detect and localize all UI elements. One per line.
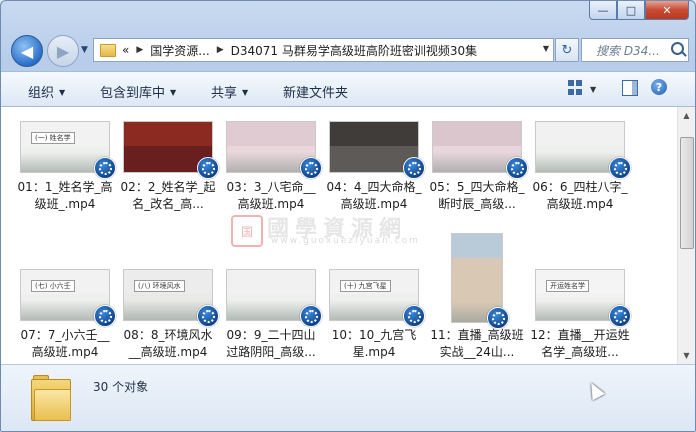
navigation-bar: ◀ ▶ ▼ « ▶ 国学资源... ▶ D34071 马群易学高级班高阶班密训视…	[1, 29, 695, 69]
refresh-button[interactable]: ↻	[555, 38, 579, 62]
breadcrumb-current[interactable]: D34071 马群易学高级班高阶班密训视频30集	[231, 42, 478, 59]
file-item[interactable]: (七) 小六壬 07：7_小六壬__高级班.mp4	[15, 269, 116, 364]
forward-button[interactable]: ▶	[47, 35, 79, 67]
file-item[interactable]: (十) 九宫飞星 10：10_九宫飞星.mp4	[324, 269, 425, 364]
file-name: 03：3_八宅命__高级班.mp4	[226, 180, 316, 211]
preview-pane-icon[interactable]	[622, 80, 638, 96]
folder-icon	[100, 43, 116, 57]
chevron-down-icon: ▼	[242, 88, 249, 97]
help-button[interactable]: ?	[651, 79, 667, 95]
media-player-icon	[506, 157, 528, 179]
thumbnail-caption: (十) 九宫飞星	[340, 280, 391, 292]
media-player-icon	[197, 305, 219, 327]
command-bar: 组织 ▼ 包含到库中 ▼ 共享 ▼ 新建文件夹 ▼ ?	[1, 71, 695, 107]
chevron-right-icon[interactable]: ▶	[217, 45, 224, 55]
file-item[interactable]: 11：直播_高级班实战__24山...	[427, 233, 527, 364]
file-name: 01：1_姓名学_高级班_.mp4	[17, 180, 113, 211]
file-name: 12：直播__开运姓名学_高级班...	[530, 328, 630, 359]
organize-menu[interactable]: 组织 ▼	[28, 82, 65, 101]
thumbnail-caption: 开运姓名学	[546, 280, 589, 292]
media-player-icon	[300, 305, 322, 327]
file-name: 09：9_二十四山过路阴阳_高级...	[226, 328, 316, 359]
close-button[interactable]: ✕	[645, 1, 689, 20]
search-placeholder: 搜索 D34...	[596, 43, 660, 58]
scroll-down-icon[interactable]: ▼	[678, 347, 695, 364]
address-history-dropdown[interactable]: ▼	[543, 44, 549, 53]
media-player-icon	[403, 305, 425, 327]
breadcrumb-overflow[interactable]: «	[122, 43, 129, 57]
file-list[interactable]: 国 國學資源網 www.guoxueziyuan.com ▲ ▼ (一) 姓名学…	[1, 107, 695, 364]
new-folder-button[interactable]: 新建文件夹	[283, 82, 348, 101]
file-item[interactable]: 03：3_八宅命__高级班.mp4	[221, 121, 322, 221]
watermark-url: www.guoxueziyuan.com	[271, 236, 420, 246]
vertical-scrollbar[interactable]: ▲ ▼	[677, 107, 695, 364]
explorer-window: — □ ✕ ◀ ▶ ▼ « ▶ 国学资源... ▶ D34071 马群易学高级班…	[0, 0, 696, 432]
media-player-icon	[300, 157, 322, 179]
file-name: 04：4_四大命格_高级班.mp4	[326, 180, 422, 211]
back-button[interactable]: ◀	[11, 35, 43, 67]
item-count: 30 个对象	[93, 380, 149, 394]
maximize-button[interactable]: □	[617, 1, 645, 20]
file-item[interactable]: (八) 环境风水 08：8_环境风水__高级班.mp4	[118, 269, 219, 364]
minimize-button[interactable]: —	[589, 1, 617, 20]
file-name: 10：10_九宫飞星.mp4	[331, 328, 417, 359]
media-player-icon	[94, 305, 116, 327]
file-item[interactable]: (一) 姓名学 01：1_姓名学_高级班_.mp4	[15, 121, 116, 221]
media-player-icon	[197, 157, 219, 179]
media-player-icon	[609, 157, 631, 179]
search-input[interactable]: 搜索 D34...	[581, 38, 689, 62]
file-item[interactable]: 04：4_四大命格_高级班.mp4	[324, 121, 425, 221]
thumbnail-caption: (七) 小六壬	[31, 280, 75, 292]
scrollbar-thumb[interactable]	[680, 137, 694, 249]
thumbnail-caption: (八) 环境风水	[134, 280, 185, 292]
window-controls: — □ ✕	[589, 1, 689, 20]
breadcrumb-parent[interactable]: 国学资源...	[150, 42, 209, 59]
file-item[interactable]: 09：9_二十四山过路阴阳_高级...	[221, 269, 322, 364]
file-name: 08：8_环境风水__高级班.mp4	[123, 328, 213, 359]
media-player-icon	[403, 157, 425, 179]
file-name: 07：7_小六壬__高级班.mp4	[20, 328, 110, 359]
media-player-icon	[609, 305, 631, 327]
file-name: 06：6_四柱八字_高级班.mp4	[532, 180, 628, 211]
media-player-icon	[94, 157, 116, 179]
search-icon[interactable]	[671, 42, 684, 55]
chevron-down-icon: ▼	[59, 88, 66, 97]
chevron-right-icon[interactable]: ▶	[136, 45, 143, 55]
chevron-down-icon: ▼	[170, 88, 177, 97]
file-item[interactable]: 05：5_四大命格_断时辰_高级...	[427, 121, 528, 221]
view-options-dropdown[interactable]: ▼	[590, 85, 596, 94]
file-name: 11：直播_高级班实战__24山...	[430, 328, 524, 359]
folder-icon	[31, 375, 71, 421]
file-item[interactable]: 开运姓名学 12：直播__开运姓名学_高级班...	[530, 269, 631, 364]
share-menu[interactable]: 共享 ▼	[211, 82, 248, 101]
include-in-library-menu[interactable]: 包含到库中 ▼	[100, 82, 176, 101]
file-name: 05：5_四大命格_断时辰_高级...	[429, 180, 525, 211]
file-item[interactable]: 06：6_四柱八字_高级班.mp4	[530, 121, 631, 221]
view-options-icon[interactable]	[568, 80, 584, 96]
scroll-up-icon[interactable]: ▲	[678, 107, 695, 124]
address-bar[interactable]: « ▶ 国学资源... ▶ D34071 马群易学高级班高阶班密训视频30集 ▼	[93, 38, 554, 62]
media-player-icon	[487, 307, 509, 329]
thumbnail-caption: (一) 姓名学	[31, 132, 75, 144]
recent-pages-dropdown[interactable]: ▼	[81, 45, 88, 55]
file-name: 02：2_姓名学_起名_改名_高...	[120, 180, 216, 211]
file-item[interactable]: 02：2_姓名学_起名_改名_高...	[118, 121, 219, 221]
arrow-left-icon: ◀	[20, 41, 34, 61]
arrow-right-icon: ▶	[56, 41, 70, 61]
